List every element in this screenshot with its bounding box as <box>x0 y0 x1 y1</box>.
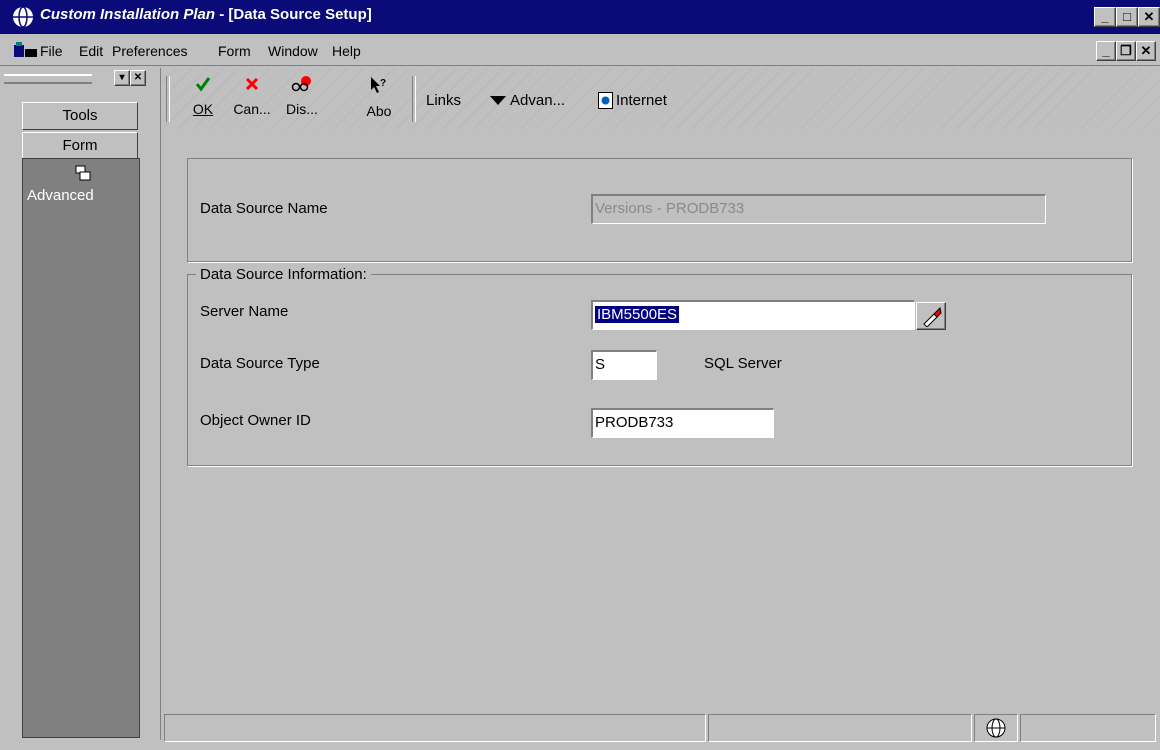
close-icon: ✕ <box>1140 43 1152 58</box>
server-search-button[interactable] <box>916 302 946 330</box>
minimize-icon: _ <box>1102 43 1110 58</box>
app-menu-icon[interactable] <box>14 41 38 59</box>
check-icon <box>195 77 211 92</box>
maximize-icon: □ <box>1123 9 1131 24</box>
menu-form[interactable]: Form <box>218 43 251 59</box>
menu-file[interactable]: File <box>40 43 63 59</box>
restore-icon: ❐ <box>1120 43 1132 58</box>
flashlight-icon <box>923 306 942 328</box>
toolbar: OK Can... Dis... ? Abo Links Advan... In… <box>162 68 1160 130</box>
advanced-icon <box>75 165 91 181</box>
panel-grip[interactable] <box>4 74 92 84</box>
tools-button[interactable]: Tools <box>22 102 138 130</box>
advanced-menu-button[interactable]: Advan... <box>510 92 565 109</box>
svg-text:?: ? <box>380 78 386 89</box>
status-bar <box>162 712 1160 742</box>
menu-preferences[interactable]: Preferences <box>112 43 187 59</box>
restore-icon: ▾ <box>119 72 125 83</box>
links-button[interactable]: Links <box>426 92 461 109</box>
server-name-label: Server Name <box>200 303 289 320</box>
glasses-icon <box>291 76 311 92</box>
dropdown-arrow-icon[interactable] <box>490 96 506 106</box>
menu-help[interactable]: Help <box>332 43 361 59</box>
internet-button[interactable]: Internet <box>616 92 667 109</box>
status-panel-2 <box>708 714 972 742</box>
child-close-button[interactable]: ✕ <box>1136 41 1156 61</box>
minimize-button[interactable]: _ <box>1094 7 1116 27</box>
status-panel-3 <box>974 714 1018 742</box>
display-button[interactable]: Dis... <box>282 76 322 117</box>
data-source-type-label: Data Source Type <box>200 355 320 372</box>
close-icon: ✕ <box>133 72 143 83</box>
ok-button[interactable]: OK <box>188 76 218 117</box>
object-owner-label: Object Owner ID <box>200 412 311 429</box>
globe-status-icon <box>986 718 1006 738</box>
app-globe-icon <box>13 6 33 28</box>
status-panel-main <box>164 714 706 742</box>
about-button[interactable]: ? Abo <box>362 76 396 119</box>
menu-bar: File Edit Preferences Form Window Help _… <box>0 35 1160 66</box>
object-owner-field[interactable]: PRODB733 <box>591 408 774 438</box>
minimize-icon: _ <box>1101 9 1109 24</box>
form-exit-list: Advanced <box>22 158 140 738</box>
child-minimize-button[interactable]: _ <box>1096 41 1116 61</box>
data-source-name-label: Data Source Name <box>200 200 328 217</box>
maximize-button[interactable]: □ <box>1116 7 1138 27</box>
data-source-name-field: Versions - PRODB733 <box>591 194 1046 224</box>
group-title: Data Source Information: <box>196 266 371 283</box>
data-source-type-field[interactable]: S <box>591 350 657 380</box>
close-button[interactable]: ✕ <box>1138 7 1160 27</box>
child-restore-button[interactable]: ❐ <box>1116 41 1136 61</box>
help-pointer-icon: ? <box>371 77 386 93</box>
internet-icon <box>598 92 613 109</box>
close-icon: ✕ <box>1143 9 1155 24</box>
advanced-exit[interactable]: Advanced <box>27 187 94 204</box>
title-bar[interactable]: Custom Installation Plan - [Data Source … <box>0 0 1160 34</box>
cancel-button[interactable]: Can... <box>232 76 272 117</box>
cancel-x-icon <box>245 77 259 91</box>
menu-window[interactable]: Window <box>268 43 318 59</box>
window-title: Custom Installation Plan - [Data Source … <box>40 6 372 23</box>
panel-restore-button[interactable]: ▾ <box>114 70 130 86</box>
form-button[interactable]: Form <box>22 132 138 160</box>
data-source-type-description: SQL Server <box>704 355 782 372</box>
menu-edit[interactable]: Edit <box>79 43 103 59</box>
panel-close-button[interactable]: ✕ <box>130 70 146 86</box>
server-name-field[interactable]: IBM5500ES <box>591 300 915 330</box>
status-panel-4 <box>1020 714 1156 742</box>
